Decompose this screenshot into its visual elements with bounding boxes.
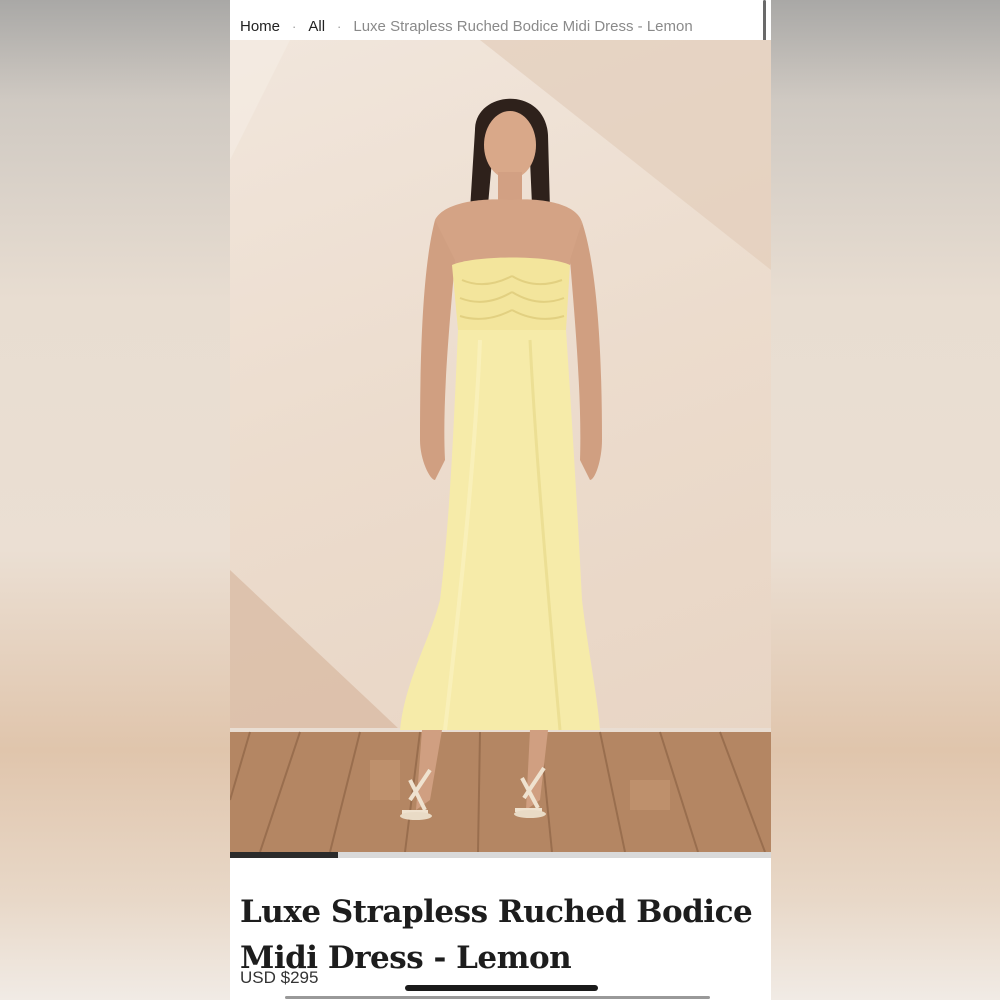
blurred-background-right [770, 0, 1000, 1000]
breadcrumb-separator: · [292, 18, 297, 34]
product-price: USD $295 [240, 968, 319, 987]
gallery-progress-fill [230, 852, 339, 858]
product-page: Home · All · Luxe Strapless Ruched Bodic… [230, 0, 771, 1000]
product-title: Luxe Strapless Ruched Bodice Midi Dress … [240, 893, 753, 976]
product-image[interactable] [230, 40, 771, 852]
horizontal-scrollbar [285, 996, 710, 999]
breadcrumb-all-link[interactable]: All [308, 18, 325, 35]
breadcrumb-home-link[interactable]: Home [240, 18, 280, 35]
gallery-progress-track [230, 852, 771, 858]
breadcrumb: Home · All · Luxe Strapless Ruched Bodic… [240, 14, 693, 38]
breadcrumb-separator: · [337, 18, 342, 34]
home-indicator[interactable] [405, 985, 598, 991]
breadcrumb-current: Luxe Strapless Ruched Bodice Midi Dress … [353, 17, 693, 35]
blurred-background-left [0, 0, 230, 1000]
product-photo-illustration [230, 40, 771, 852]
